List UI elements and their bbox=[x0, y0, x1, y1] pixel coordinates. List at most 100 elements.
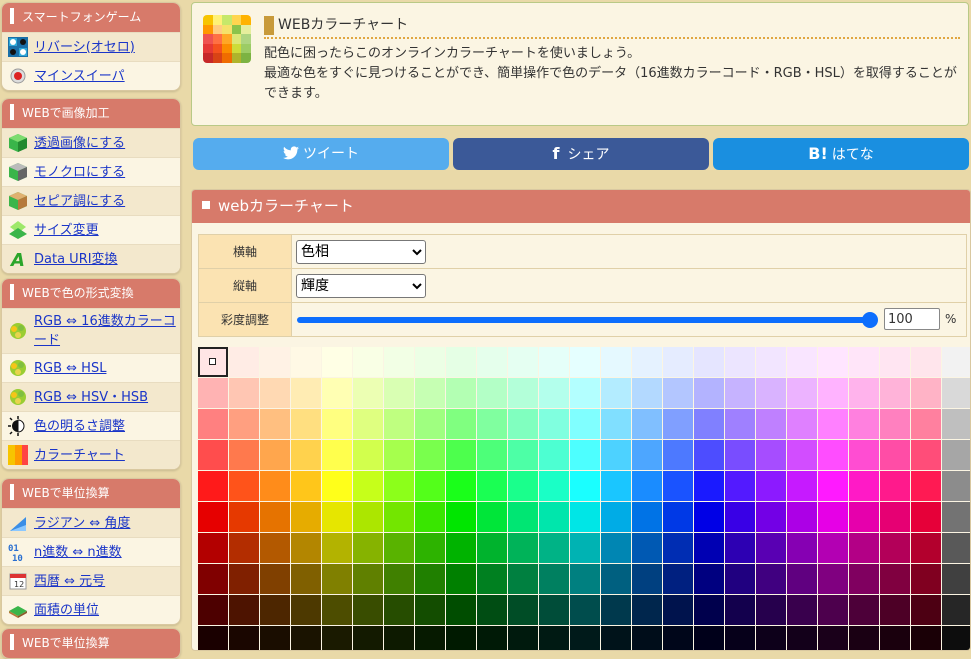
color-cell[interactable] bbox=[787, 502, 817, 532]
color-cell[interactable] bbox=[818, 626, 848, 650]
color-cell[interactable] bbox=[911, 595, 941, 625]
color-cell[interactable] bbox=[632, 471, 662, 501]
color-cell[interactable] bbox=[539, 440, 569, 470]
color-cell[interactable] bbox=[601, 440, 631, 470]
color-cell[interactable] bbox=[291, 502, 321, 532]
color-cell[interactable] bbox=[818, 471, 848, 501]
color-cell[interactable] bbox=[198, 626, 228, 650]
color-cell[interactable] bbox=[291, 626, 321, 650]
color-cell[interactable] bbox=[694, 595, 724, 625]
color-cell[interactable] bbox=[849, 502, 879, 532]
color-cell[interactable] bbox=[322, 347, 352, 377]
sidebar-item[interactable]: セピア調にする bbox=[2, 186, 180, 215]
sidebar-item[interactable]: A Data URI変換 bbox=[2, 244, 180, 273]
color-cell[interactable] bbox=[880, 409, 910, 439]
color-cell[interactable] bbox=[725, 347, 755, 377]
color-cell[interactable] bbox=[415, 378, 445, 408]
color-cell[interactable] bbox=[818, 533, 848, 563]
color-cell[interactable] bbox=[198, 378, 228, 408]
color-cell[interactable] bbox=[725, 533, 755, 563]
color-cell[interactable] bbox=[539, 471, 569, 501]
sidebar-item[interactable]: 透過画像にする bbox=[2, 128, 180, 157]
sidebar-item[interactable]: RGB ⇔ 16進数カラーコード bbox=[2, 308, 180, 353]
color-cell[interactable] bbox=[911, 440, 941, 470]
sidebar-item[interactable]: リバーシ(オセロ) bbox=[2, 32, 180, 61]
color-cell[interactable] bbox=[477, 595, 507, 625]
color-cell[interactable] bbox=[353, 471, 383, 501]
color-cell[interactable] bbox=[694, 378, 724, 408]
color-cell[interactable] bbox=[508, 471, 538, 501]
color-cell[interactable] bbox=[911, 502, 941, 532]
color-cell[interactable] bbox=[291, 595, 321, 625]
tweet-button[interactable]: ツイート bbox=[193, 138, 449, 170]
color-cell[interactable] bbox=[725, 378, 755, 408]
sidebar-item-link[interactable]: 透過画像にする bbox=[34, 134, 125, 153]
color-cell[interactable] bbox=[570, 595, 600, 625]
sidebar-item[interactable]: 面積の単位 bbox=[2, 595, 180, 624]
x-axis-select[interactable]: 色相 bbox=[296, 239, 426, 264]
color-cell[interactable] bbox=[229, 409, 259, 439]
color-cell[interactable] bbox=[322, 626, 352, 650]
color-cell[interactable] bbox=[601, 409, 631, 439]
color-cell[interactable] bbox=[632, 378, 662, 408]
color-cell[interactable] bbox=[787, 595, 817, 625]
color-cell[interactable] bbox=[384, 595, 414, 625]
sidebar-item-link[interactable]: RGB ⇔ 16進数カラーコード bbox=[34, 312, 176, 350]
color-cell[interactable] bbox=[632, 533, 662, 563]
color-cell[interactable] bbox=[477, 409, 507, 439]
color-cell[interactable] bbox=[477, 533, 507, 563]
color-cell[interactable] bbox=[694, 409, 724, 439]
color-cell[interactable] bbox=[384, 626, 414, 650]
sidebar-item[interactable]: カラーチャート bbox=[2, 440, 180, 469]
color-cell[interactable] bbox=[570, 347, 600, 377]
color-cell[interactable] bbox=[880, 440, 910, 470]
color-cell[interactable] bbox=[818, 595, 848, 625]
color-cell[interactable] bbox=[756, 595, 786, 625]
color-cell[interactable] bbox=[570, 564, 600, 594]
color-cell[interactable] bbox=[229, 564, 259, 594]
color-cell[interactable] bbox=[787, 409, 817, 439]
color-cell[interactable] bbox=[353, 564, 383, 594]
color-cell[interactable] bbox=[508, 378, 538, 408]
sidebar-item-link[interactable]: セピア調にする bbox=[34, 192, 125, 211]
color-cell[interactable] bbox=[477, 378, 507, 408]
color-cell[interactable] bbox=[880, 533, 910, 563]
color-cell[interactable] bbox=[446, 626, 476, 650]
color-cell[interactable] bbox=[849, 409, 879, 439]
saturation-input[interactable]: 100 bbox=[884, 308, 940, 330]
sidebar-item-link[interactable]: 面積の単位 bbox=[34, 601, 99, 620]
color-cell[interactable] bbox=[477, 471, 507, 501]
color-cell[interactable] bbox=[725, 440, 755, 470]
color-cell[interactable] bbox=[291, 440, 321, 470]
color-cell[interactable] bbox=[415, 471, 445, 501]
color-cell[interactable] bbox=[229, 595, 259, 625]
color-cell[interactable] bbox=[818, 409, 848, 439]
color-cell[interactable] bbox=[415, 626, 445, 650]
color-cell[interactable] bbox=[787, 533, 817, 563]
color-cell[interactable] bbox=[725, 626, 755, 650]
sidebar-item[interactable]: 12 西暦 ⇔ 元号 bbox=[2, 566, 180, 595]
color-cell[interactable] bbox=[508, 564, 538, 594]
color-cell[interactable] bbox=[663, 471, 693, 501]
color-cell[interactable] bbox=[756, 471, 786, 501]
color-cell[interactable] bbox=[601, 347, 631, 377]
color-cell[interactable] bbox=[353, 502, 383, 532]
color-cell[interactable] bbox=[229, 533, 259, 563]
color-cell[interactable] bbox=[260, 471, 290, 501]
color-cell[interactable] bbox=[508, 626, 538, 650]
color-cell[interactable] bbox=[291, 409, 321, 439]
color-cell[interactable] bbox=[477, 626, 507, 650]
color-cell[interactable] bbox=[322, 378, 352, 408]
color-cell[interactable] bbox=[477, 564, 507, 594]
color-cell[interactable] bbox=[725, 471, 755, 501]
color-cell[interactable] bbox=[260, 564, 290, 594]
sidebar-item-link[interactable]: RGB ⇔ HSL bbox=[34, 359, 106, 378]
sidebar-item[interactable]: サイズ変更 bbox=[2, 215, 180, 244]
color-cell[interactable] bbox=[942, 471, 970, 501]
color-cell[interactable] bbox=[384, 378, 414, 408]
color-cell[interactable] bbox=[415, 440, 445, 470]
color-cell[interactable] bbox=[849, 440, 879, 470]
color-cell[interactable] bbox=[601, 626, 631, 650]
color-cell[interactable] bbox=[849, 626, 879, 650]
color-cell[interactable] bbox=[632, 626, 662, 650]
